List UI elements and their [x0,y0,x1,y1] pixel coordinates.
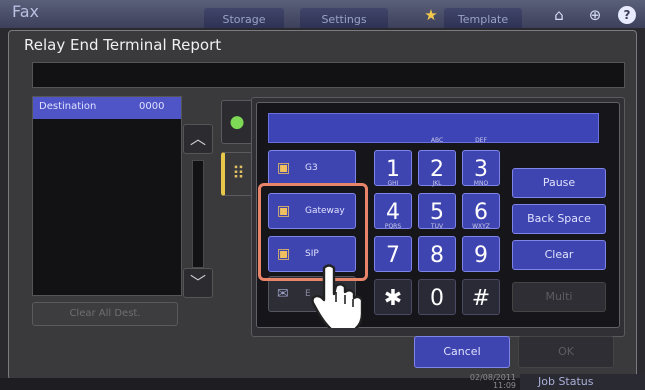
keypad-icon: ⠿ [232,164,245,184]
chevron-down-icon: ﹀ [189,273,206,292]
star-icon[interactable]: ★ [420,4,442,26]
key-letters: PQRS [384,223,402,230]
g3-label: G3 [305,163,318,173]
key-digit: 1 [386,157,400,182]
key-letters: TUV [430,223,444,230]
key-7[interactable]: PQRS 7 [374,223,412,272]
key-digit: 0 [430,286,444,311]
person-icon: ● [229,112,245,132]
globe-icon[interactable]: ⊕ [584,4,606,26]
tab-storage[interactable]: Storage [204,8,284,28]
home-icon[interactable]: ⌂ [548,4,570,26]
key-digit: 7 [386,243,400,268]
fax-icon: ▣ [277,160,291,176]
pointer-hand-icon [311,264,362,328]
key-hash[interactable]: # [462,279,500,315]
key-0[interactable]: 0 [418,279,456,315]
key-letters: WXYZ [472,223,490,230]
g3-button[interactable]: ▣ G3 [268,150,356,186]
clear-all-dest-button[interactable]: Clear All Dest. [32,302,178,326]
key-letters: MNO [473,180,489,187]
pause-button[interactable]: Pause [512,168,606,198]
key-digit: 4 [386,200,400,225]
key-letters: JKL [432,180,442,187]
envelope-icon: ✉ [277,286,289,302]
key-digit: 5 [430,200,444,225]
tab-template[interactable]: Template [444,8,522,28]
key-9[interactable]: WXYZ 9 [462,223,500,272]
key-digit: 9 [474,243,488,268]
ok-button[interactable]: OK [518,336,614,368]
destination-list[interactable] [32,96,182,296]
key-8[interactable]: TUV 8 [418,223,456,272]
app-title: Fax [12,2,40,21]
dialog-title: Relay End Terminal Report [24,36,222,54]
time-text: 11:09 [492,381,516,390]
list-scrollbar[interactable] [192,160,204,268]
scroll-down-button[interactable]: ﹀ [183,268,213,298]
destination-count: 0000 [139,101,165,112]
keypad-tab[interactable]: ⠿ [221,152,253,196]
scroll-up-button[interactable]: ︿ [183,124,213,154]
chevron-up-icon: ︿ [189,129,206,148]
key-digit: 3 [474,157,488,182]
clear-button[interactable]: Clear [512,240,606,270]
key-digit: # [471,286,491,311]
key-letters: DEF [475,137,487,144]
address-book-tab[interactable]: ● [221,100,253,144]
key-letters: GHI [387,180,399,187]
key-letters: ABC [430,137,444,144]
destination-text-field[interactable] [32,62,625,88]
job-status-button[interactable]: Job Status [520,374,645,390]
tab-settings[interactable]: Settings [300,8,388,28]
key-asterisk[interactable]: ✱ [374,279,412,315]
cancel-button[interactable]: Cancel [414,336,510,368]
multi-button[interactable]: Multi [512,282,606,312]
backspace-button[interactable]: Back Space [512,204,606,234]
help-icon[interactable]: ? [618,6,636,24]
key-digit: ✱ [383,286,403,311]
destination-header-label: Destination [39,101,97,112]
key-digit: 2 [430,157,444,182]
date-time: 02/08/2011 11:09 [456,374,516,390]
key-digit: 6 [474,200,488,225]
key-digit: 8 [430,243,444,268]
